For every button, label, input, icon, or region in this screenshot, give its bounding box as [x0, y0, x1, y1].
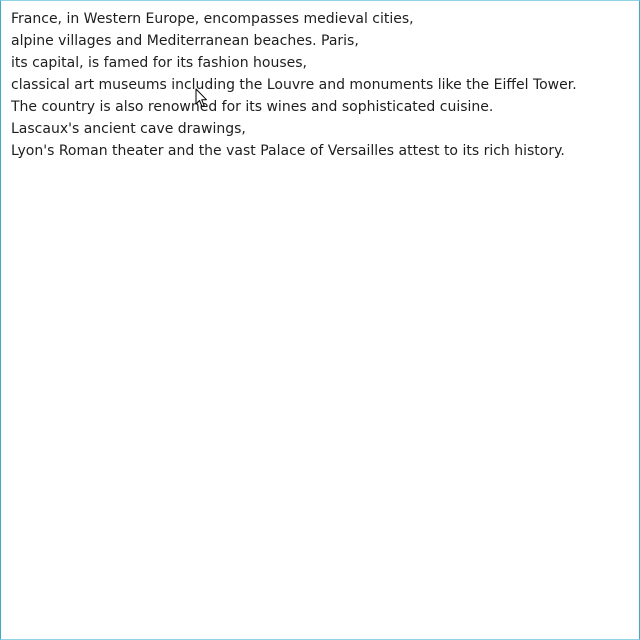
text-line: France, in Western Europe, encompasses m…: [11, 11, 414, 27]
text-line: The country is also renowned for its win…: [11, 99, 494, 115]
text-editor[interactable]: France, in Western Europe, encompasses m…: [11, 8, 631, 162]
text-line: alpine villages and Mediterranean beache…: [11, 33, 359, 49]
text-line: its capital, is famed for its fashion ho…: [11, 55, 308, 71]
text-line: Lyon's Roman theater and the vast Palace…: [11, 143, 565, 159]
text-line: classical art museums including the Louv…: [11, 77, 577, 93]
text-line: Lascaux's ancient cave drawings,: [11, 121, 246, 137]
editor-frame: France, in Western Europe, encompasses m…: [0, 0, 640, 640]
